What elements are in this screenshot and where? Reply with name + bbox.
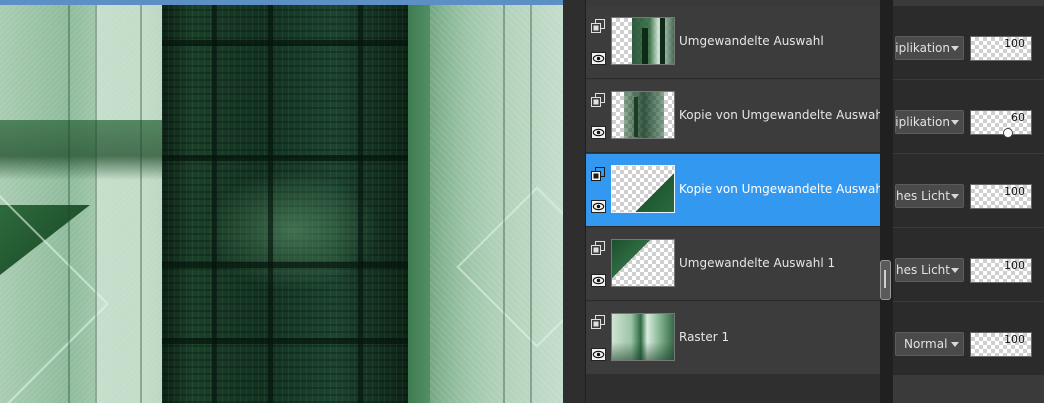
canvas-pale-band (95, 5, 165, 403)
splitter-handle[interactable] (880, 260, 891, 300)
layer-row[interactable]: Kopie von Umgewandelte Auswahl (586, 80, 886, 153)
blend-mode-value: Normal (904, 337, 948, 351)
layer-row[interactable]: Umgewandelte Auswahl (586, 6, 880, 79)
layer-properties: Multiplikation 100 (893, 6, 1044, 79)
layer-row[interactable]: Raster 1 (586, 302, 880, 375)
chevron-down-icon (951, 120, 959, 125)
layer-name: Raster 1 (679, 330, 730, 344)
eye-icon[interactable] (591, 274, 606, 287)
blend-mode-value: Weiches Licht (896, 189, 950, 203)
layer-row-selected[interactable]: Kopie von Umgewandelte Auswahl 1 (586, 154, 898, 227)
canvas-thin-line (530, 5, 532, 403)
opacity-value: 60 (1011, 111, 1025, 124)
layer-thumbnail (611, 165, 675, 213)
layer-thumbnail (611, 17, 675, 65)
canvas-horizontal-bar (162, 338, 408, 344)
blend-mode-value: Multiplikation (896, 41, 950, 55)
eye-icon[interactable] (591, 52, 606, 65)
layer-properties: Weiches Licht 100 (893, 154, 1044, 227)
eye-icon[interactable] (591, 348, 606, 361)
opacity-slider[interactable]: 100 (970, 332, 1032, 357)
layer-thumbnail (611, 239, 675, 287)
layer-properties: Weiches Licht 100 (893, 228, 1044, 301)
canvas-thin-line (503, 5, 505, 403)
layer-properties: Normal 100 (893, 302, 1044, 375)
canvas-thin-line (95, 5, 97, 403)
layers-panel: Umgewandelte Auswahl Multiplikation 100 … (563, 0, 1044, 403)
layer-name: Umgewandelte Auswahl (679, 34, 824, 48)
chevron-down-icon (951, 342, 959, 347)
layer-row[interactable]: Umgewandelte Auswahl 1 (586, 228, 880, 301)
layer-name: Umgewandelte Auswahl 1 (679, 256, 836, 270)
canvas-horizontal-bar (162, 40, 408, 46)
opacity-slider[interactable]: 60 (970, 110, 1032, 138)
layer-thumbnail (611, 313, 675, 361)
blend-mode-value: Weiches Licht (896, 263, 950, 277)
canvas-vertical-bar (268, 5, 273, 403)
opacity-slider[interactable]: 100 (970, 184, 1032, 209)
opacity-slider[interactable]: 100 (970, 36, 1032, 61)
canvas-preview[interactable] (0, 0, 563, 403)
canvas-horizontal-bar (162, 155, 408, 161)
blend-mode-value: Multiplikation (896, 115, 950, 129)
chevron-down-icon (951, 194, 959, 199)
panel-splitter[interactable] (880, 0, 893, 403)
mask-icon[interactable] (591, 241, 605, 255)
blend-mode-dropdown[interactable]: Weiches Licht (895, 258, 964, 282)
opacity-slider[interactable]: 100 (970, 258, 1032, 283)
blend-mode-dropdown[interactable]: Weiches Licht (895, 184, 964, 208)
chevron-down-icon (951, 46, 959, 51)
mask-icon[interactable] (591, 167, 605, 181)
opacity-value: 100 (1004, 259, 1025, 272)
canvas-center-glow (205, 170, 380, 290)
canvas-vertical-bar (212, 5, 217, 403)
layer-list-empty-area (586, 374, 880, 403)
eye-icon[interactable] (591, 200, 606, 213)
blend-mode-dropdown[interactable]: Normal (895, 332, 964, 356)
canvas-thin-line (68, 5, 70, 403)
layer-name: Kopie von Umgewandelte Auswahl 1 (679, 182, 898, 196)
canvas-vertical-bar (358, 5, 363, 403)
panel-edge (563, 0, 586, 403)
layer-name: Kopie von Umgewandelte Auswahl (679, 108, 887, 122)
canvas-thin-line (140, 5, 142, 403)
mask-icon[interactable] (591, 19, 605, 33)
opacity-value: 100 (1004, 333, 1025, 346)
blend-mode-dropdown[interactable]: Multiplikation (895, 36, 964, 60)
chevron-down-icon (951, 268, 959, 273)
layer-thumbnail (611, 91, 675, 139)
blend-mode-dropdown[interactable]: Multiplikation (895, 110, 964, 134)
mask-icon[interactable] (591, 315, 605, 329)
opacity-value: 100 (1004, 37, 1025, 50)
opacity-slider-handle[interactable] (1003, 128, 1013, 138)
opacity-value: 100 (1004, 185, 1025, 198)
eye-icon[interactable] (591, 126, 606, 139)
layer-properties: Multiplikation 60 (893, 80, 1044, 153)
mask-icon[interactable] (591, 93, 605, 107)
canvas-horizontal-bar (162, 262, 408, 268)
